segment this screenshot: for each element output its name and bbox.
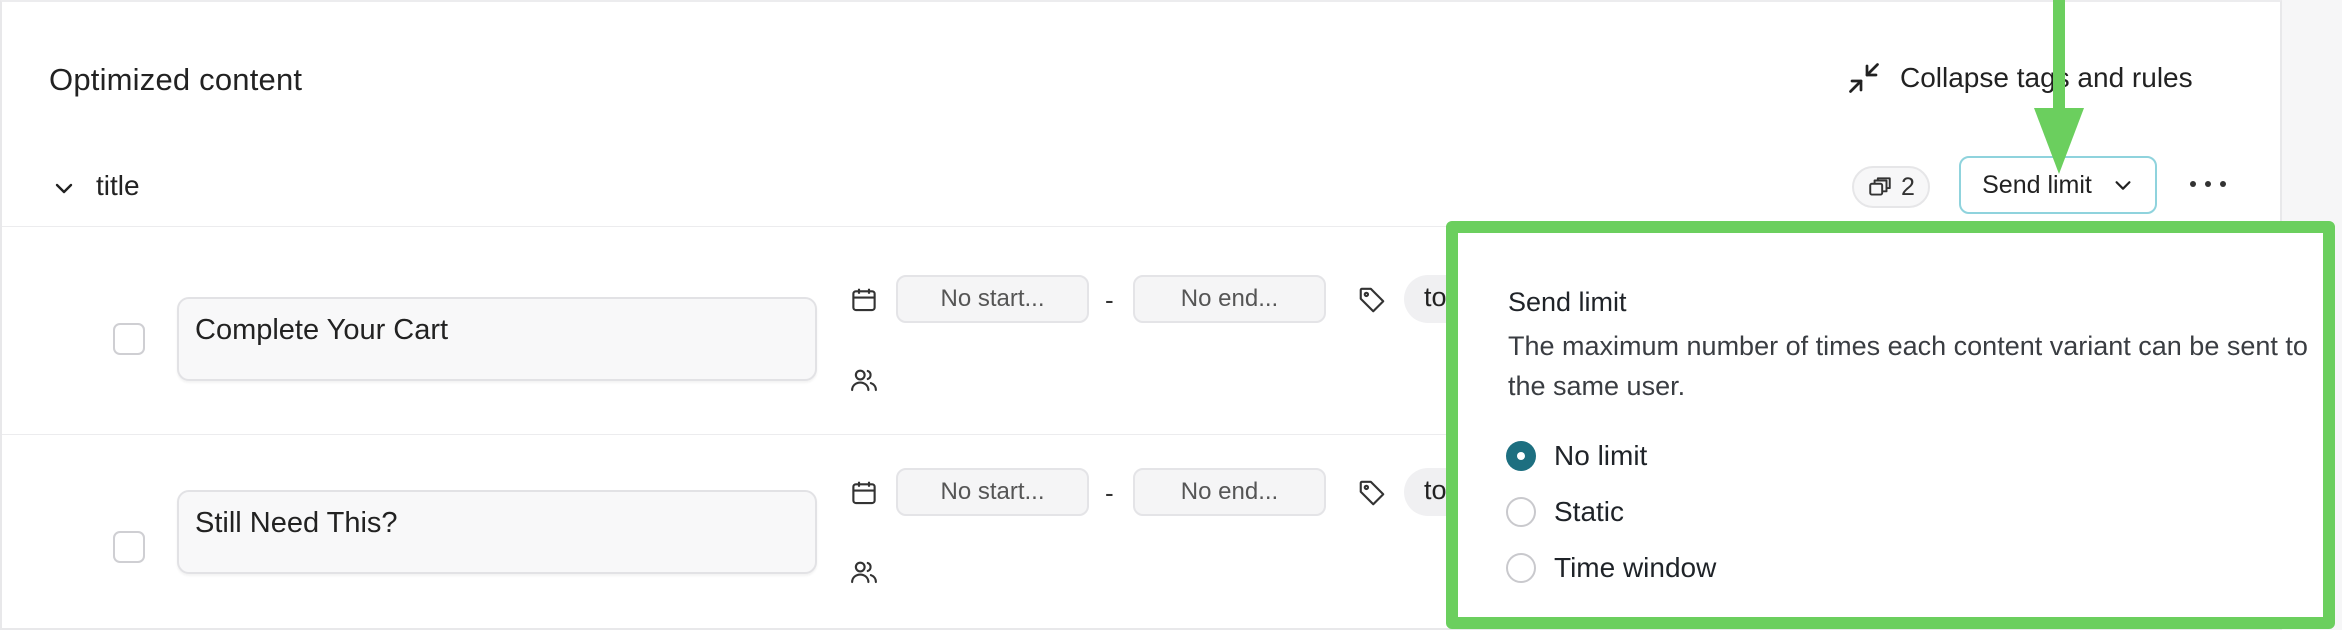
radio-label: Static	[1554, 496, 1625, 527]
collapse-tags-button[interactable]: Collapse tags and rules	[1846, 60, 2193, 96]
content-text-field[interactable]: Still Need This?	[177, 490, 817, 574]
popover-title: Send limit	[1508, 287, 1627, 317]
date-separator: -	[1105, 478, 1114, 508]
chevron-down-icon[interactable]	[52, 176, 76, 200]
date-separator: -	[1105, 285, 1114, 315]
calendar-icon	[852, 288, 876, 312]
radio-button[interactable]	[1506, 497, 1536, 527]
radio-option-no-limit[interactable]: No limit	[1506, 440, 1647, 472]
send-limit-popover: Send limit The maximum number of times e…	[1446, 221, 2335, 629]
annotation-arrow-icon	[2034, 0, 2084, 174]
radio-label: Time window	[1554, 552, 1717, 583]
section-title: Optimized content	[49, 62, 303, 97]
chevron-down-icon	[2115, 181, 2131, 190]
content-group-header: title 2 Send limit	[0, 152, 2282, 226]
users-icon	[851, 561, 877, 584]
more-icon	[2220, 181, 2226, 187]
content-text-field[interactable]: Complete Your Cart	[177, 297, 817, 381]
variant-count: 2	[1901, 172, 1915, 201]
users-icon	[851, 369, 877, 392]
row-checkbox[interactable]	[113, 323, 145, 355]
calendar-icon	[852, 481, 876, 505]
group-title: title	[96, 170, 140, 201]
variants-icon	[1869, 177, 1891, 196]
radio-button[interactable]	[1506, 441, 1536, 471]
radio-label: No limit	[1554, 440, 1648, 471]
more-icon	[2190, 181, 2196, 187]
page: Optimized content Collapse tags and rule…	[0, 0, 2342, 630]
variant-count-badge: 2	[1852, 166, 1930, 208]
collapse-icon	[1849, 63, 1879, 93]
tag-icon	[1359, 480, 1385, 506]
end-date-picker[interactable]: No end...	[1133, 275, 1326, 323]
popover-description: The maximum number of times each content…	[1508, 331, 2308, 401]
end-date-picker[interactable]: No end...	[1133, 468, 1326, 516]
more-options-button[interactable]	[2190, 172, 2226, 196]
start-date-picker[interactable]: No start...	[896, 275, 1089, 323]
radio-option-time-window[interactable]: Time window	[1506, 552, 1716, 584]
more-icon	[2205, 181, 2211, 187]
radio-option-static[interactable]: Static	[1506, 496, 1624, 528]
row-checkbox[interactable]	[113, 531, 145, 563]
tag-icon	[1359, 287, 1385, 313]
start-date-picker[interactable]: No start...	[896, 468, 1089, 516]
radio-button[interactable]	[1506, 553, 1536, 583]
